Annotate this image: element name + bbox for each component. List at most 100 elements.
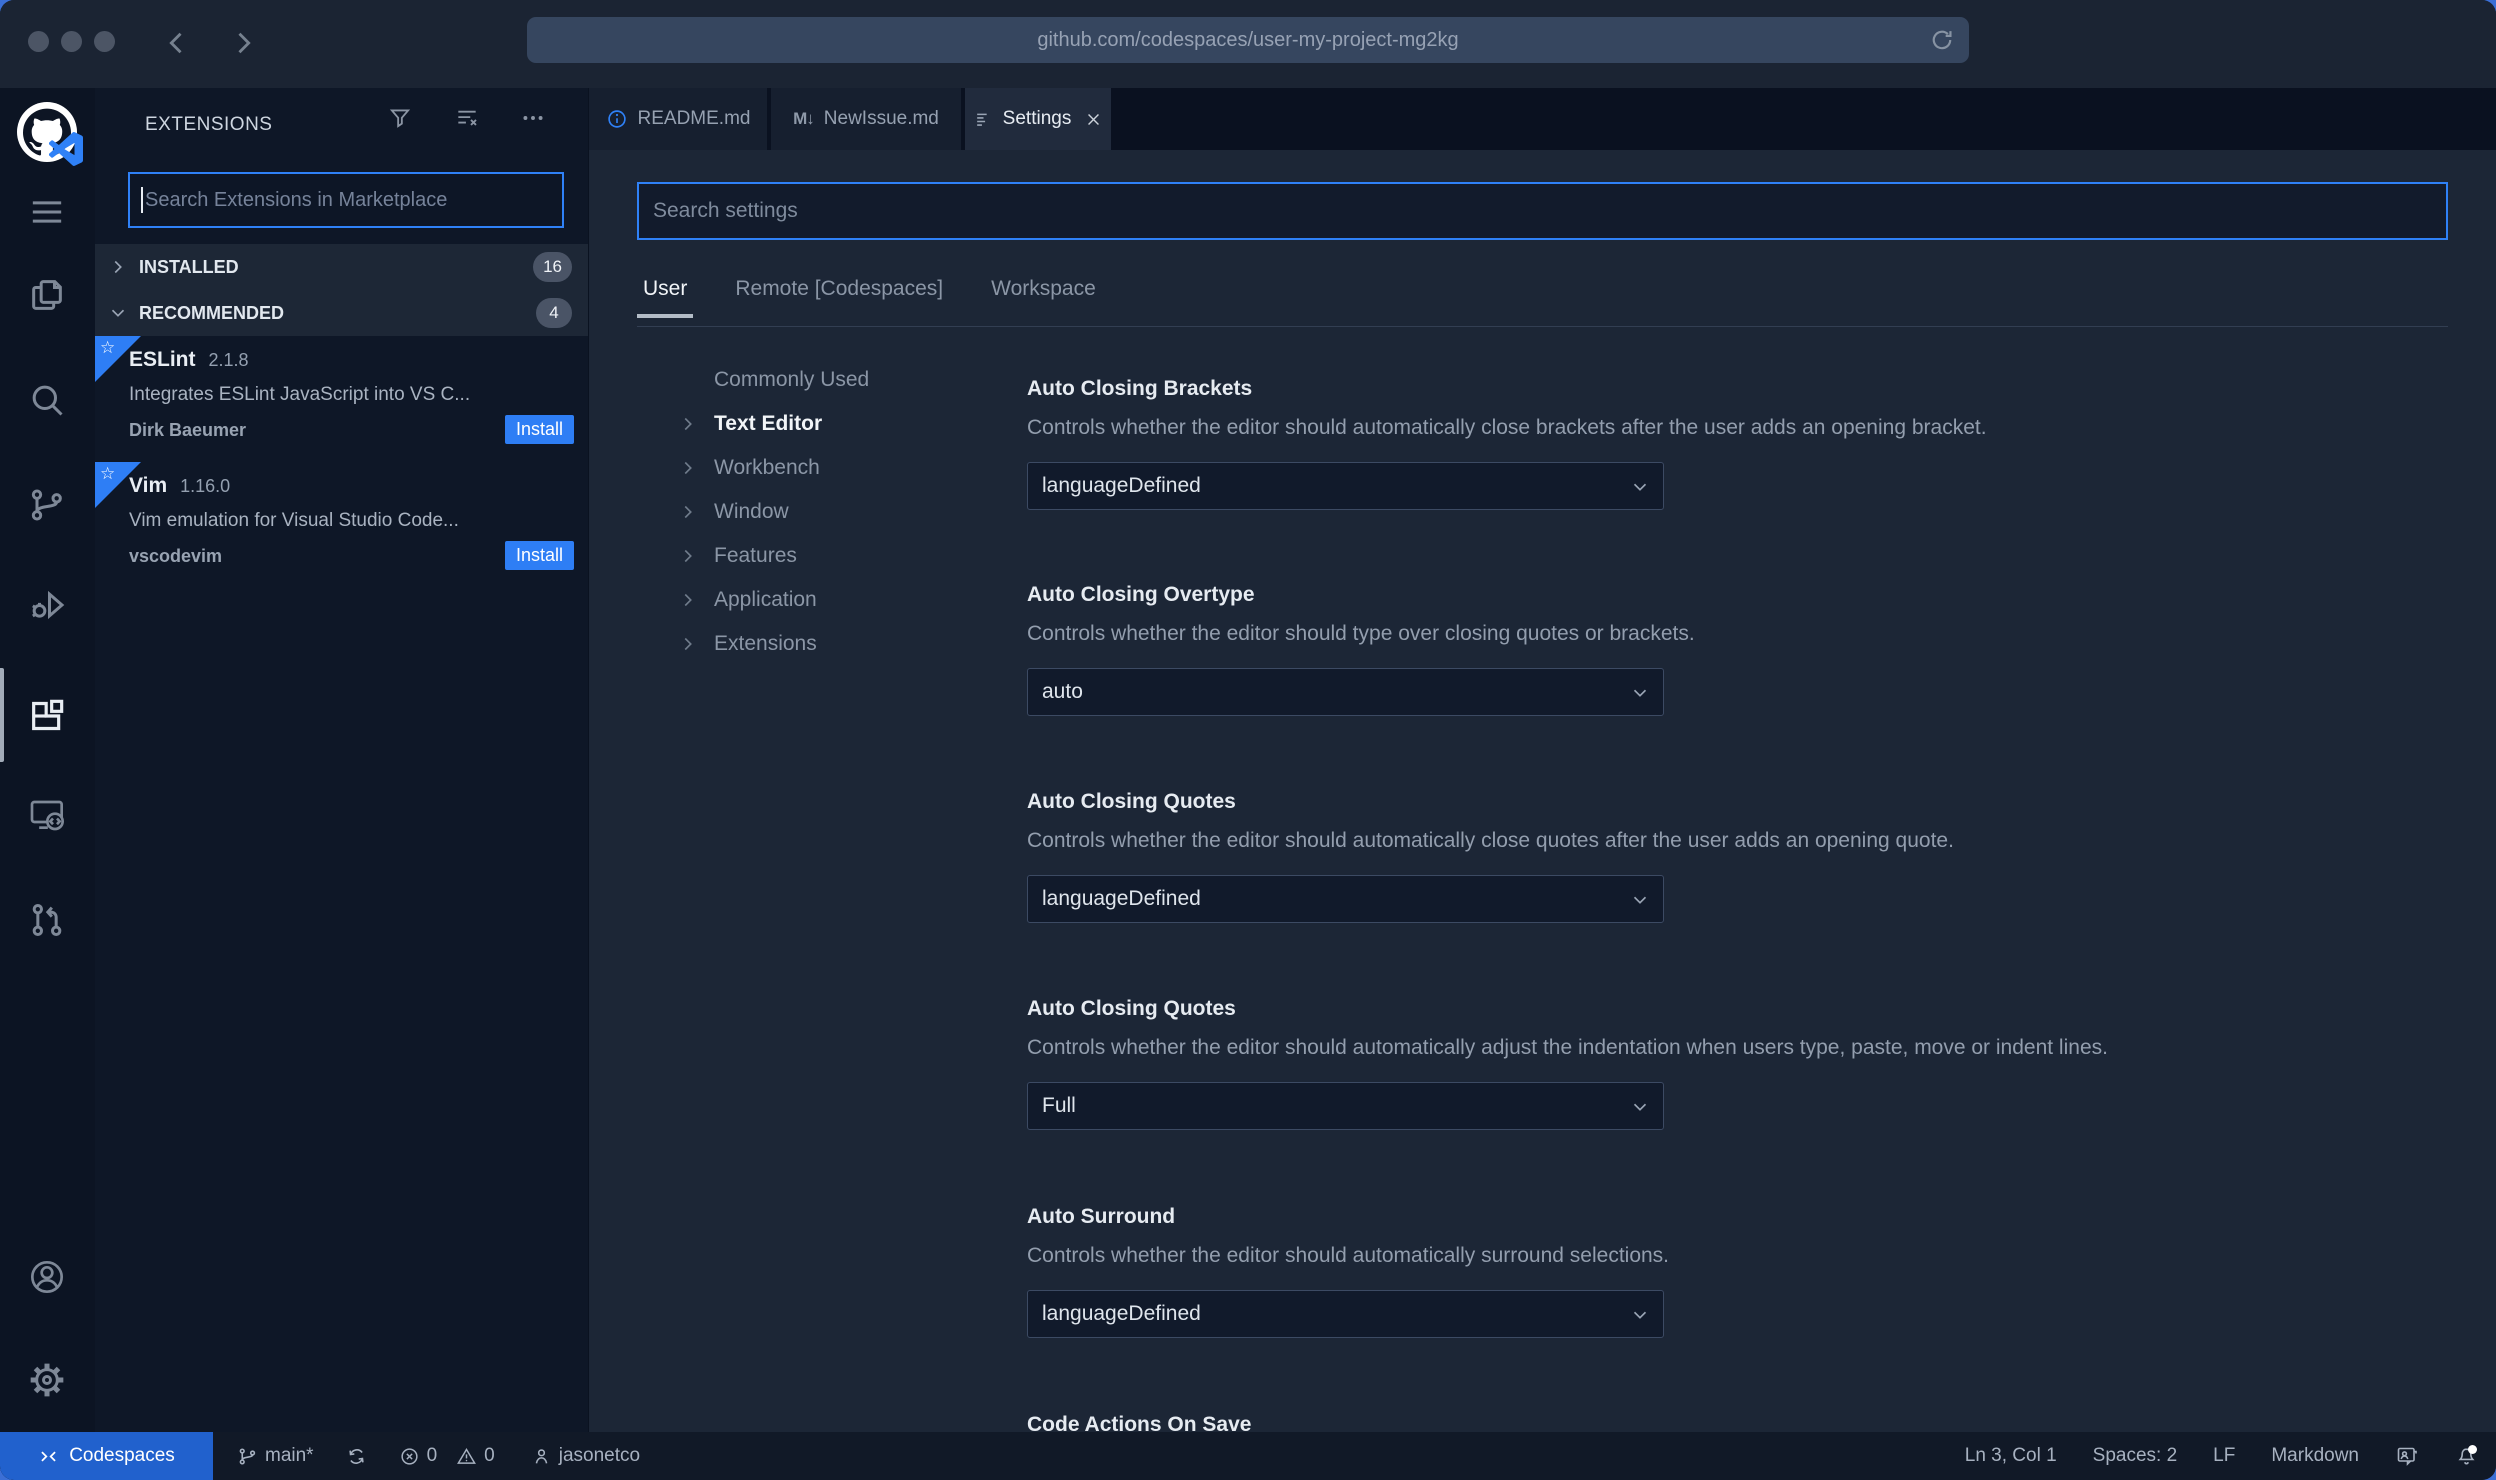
toc-extensions[interactable]: Extensions: [677, 622, 869, 666]
scope-tab-user[interactable]: User: [637, 277, 694, 318]
toc-features[interactable]: Features: [677, 534, 869, 578]
extension-item-eslint[interactable]: ☆ ESLint 2.1.8 Integrates ESLint JavaScr…: [95, 336, 588, 462]
scope-tab-remote[interactable]: Remote [Codespaces]: [729, 277, 949, 318]
extensions-icon[interactable]: [27, 696, 67, 736]
account-icon[interactable]: [27, 1257, 67, 1297]
setting-dropdown[interactable]: languageDefined: [1027, 1290, 1664, 1338]
chevron-right-icon: [677, 545, 714, 567]
setting-dropdown[interactable]: languageDefined: [1027, 462, 1664, 510]
window-close-button[interactable]: [28, 31, 49, 52]
github-codespaces-logo: [17, 102, 83, 166]
setting-auto-surround: Auto Surround Controls whether the edito…: [1027, 1205, 2487, 1338]
person-icon: [531, 1446, 552, 1467]
setting-description: Controls whether the editor should autom…: [1027, 1036, 2108, 1059]
setting-auto-closing-quotes-2: Auto Closing Quotes Controls whether the…: [1027, 997, 2487, 1130]
tab-newissue[interactable]: M↓ NewIssue.md: [771, 88, 961, 150]
extensions-panel: EXTENSIONS INSTALLED 16: [95, 88, 589, 1432]
feedback-icon[interactable]: [2395, 1444, 2419, 1468]
toc-workbench[interactable]: Workbench: [677, 446, 869, 490]
activity-bar: [0, 88, 95, 1432]
menu-icon[interactable]: [27, 192, 67, 232]
toc-application[interactable]: Application: [677, 578, 869, 622]
setting-dropdown[interactable]: auto: [1027, 668, 1664, 716]
window-zoom-button[interactable]: [94, 31, 115, 52]
tab-readme[interactable]: README.md: [589, 88, 767, 150]
extension-name: ESLint: [129, 348, 196, 371]
back-button[interactable]: [160, 26, 194, 60]
source-control-icon[interactable]: [27, 485, 67, 525]
tab-settings[interactable]: Settings: [965, 88, 1111, 150]
editor-area: README.md M↓ NewIssue.md Settings Search…: [589, 88, 2496, 1436]
sync-icon: [346, 1446, 367, 1467]
error-count: 0: [426, 1445, 438, 1466]
reload-icon[interactable]: [1929, 27, 1955, 53]
pull-request-icon[interactable]: [27, 900, 67, 940]
info-icon: [606, 108, 628, 130]
dropdown-value: languageDefined: [1042, 474, 1201, 497]
setting-description: Controls whether the editor should autom…: [1027, 1244, 1670, 1267]
branch-name: main*: [265, 1445, 314, 1466]
text-cursor: [141, 187, 143, 213]
chevron-right-icon: [677, 633, 714, 655]
eol-sequence[interactable]: LF: [2213, 1445, 2235, 1467]
setting-title: Auto Closing Overtype: [1027, 583, 1255, 606]
tab-label: Settings: [1002, 108, 1072, 129]
sync-status[interactable]: [346, 1446, 367, 1467]
tab-label: NewIssue.md: [823, 108, 939, 129]
settings-toc: Commonly Used Text Editor Workbench Wind…: [677, 358, 869, 666]
close-icon[interactable]: [1085, 111, 1102, 128]
toc-commonly-used[interactable]: Commonly Used: [677, 358, 869, 402]
active-view-indicator: [0, 668, 4, 762]
forward-button[interactable]: [226, 26, 260, 60]
section-recommended[interactable]: RECOMMENDED 4: [95, 290, 588, 336]
extension-item-vim[interactable]: ☆ Vim 1.16.0 Vim emulation for Visual St…: [95, 462, 588, 588]
user-status[interactable]: jasonetco: [531, 1445, 640, 1467]
branch-status[interactable]: main*: [237, 1445, 314, 1467]
settings-gear-icon[interactable]: [27, 1360, 67, 1400]
explorer-icon[interactable]: [27, 275, 67, 315]
warning-count: 0: [484, 1445, 495, 1466]
indentation[interactable]: Spaces: 2: [2093, 1445, 2178, 1467]
chevron-right-icon: [677, 501, 714, 523]
setting-title: Auto Closing Quotes: [1027, 997, 1236, 1020]
codespaces-label: Codespaces: [69, 1445, 175, 1466]
tab-bar: README.md M↓ NewIssue.md Settings: [589, 88, 2496, 150]
cursor-position[interactable]: Ln 3, Col 1: [1965, 1445, 2057, 1467]
language-mode[interactable]: Markdown: [2271, 1445, 2359, 1467]
section-label: RECOMMENDED: [139, 302, 285, 323]
extensions-search-input[interactable]: [128, 172, 564, 228]
dropdown-value: languageDefined: [1042, 887, 1201, 910]
toc-text-editor[interactable]: Text Editor: [677, 402, 869, 446]
address-bar[interactable]: github.com/codespaces/user-my-project-mg…: [527, 17, 1969, 63]
more-actions-icon[interactable]: [520, 105, 546, 131]
extension-name: Vim: [129, 474, 168, 497]
problems-status[interactable]: 0 0: [399, 1445, 495, 1467]
setting-description: Controls whether the editor should autom…: [1027, 416, 1987, 439]
install-button[interactable]: Install: [504, 415, 574, 444]
run-debug-icon[interactable]: [27, 585, 67, 625]
clear-filter-icon[interactable]: [454, 105, 480, 131]
settings-search-input[interactable]: [637, 182, 2448, 240]
remote-explorer-icon[interactable]: [27, 795, 67, 835]
section-installed[interactable]: INSTALLED 16: [95, 244, 588, 290]
setting-dropdown[interactable]: languageDefined: [1027, 875, 1664, 923]
extension-version: 2.1.8: [208, 350, 249, 370]
codespaces-status-button[interactable]: Codespaces: [0, 1432, 213, 1480]
toc-window[interactable]: Window: [677, 490, 869, 534]
window-minimize-button[interactable]: [61, 31, 82, 52]
scope-tab-workspace[interactable]: Workspace: [985, 277, 1102, 318]
extension-author: Dirk Baeumer: [129, 420, 247, 440]
chevron-right-icon: [677, 589, 714, 611]
setting-auto-closing-quotes: Auto Closing Quotes Controls whether the…: [1027, 790, 2487, 923]
install-button[interactable]: Install: [504, 541, 574, 570]
dropdown-value: Full: [1042, 1094, 1076, 1117]
setting-title: Auto Closing Quotes: [1027, 790, 1236, 813]
search-icon[interactable]: [27, 380, 67, 420]
filter-icon[interactable]: [387, 105, 413, 131]
browser-chrome: github.com/codespaces/user-my-project-mg…: [0, 0, 2496, 88]
remote-icon: [38, 1446, 59, 1467]
setting-dropdown[interactable]: Full: [1027, 1082, 1664, 1130]
extension-author: vscodevim: [129, 546, 223, 566]
extension-description: Vim emulation for Visual Studio Code...: [129, 510, 459, 531]
notifications-bell-icon[interactable]: [2455, 1444, 2478, 1468]
